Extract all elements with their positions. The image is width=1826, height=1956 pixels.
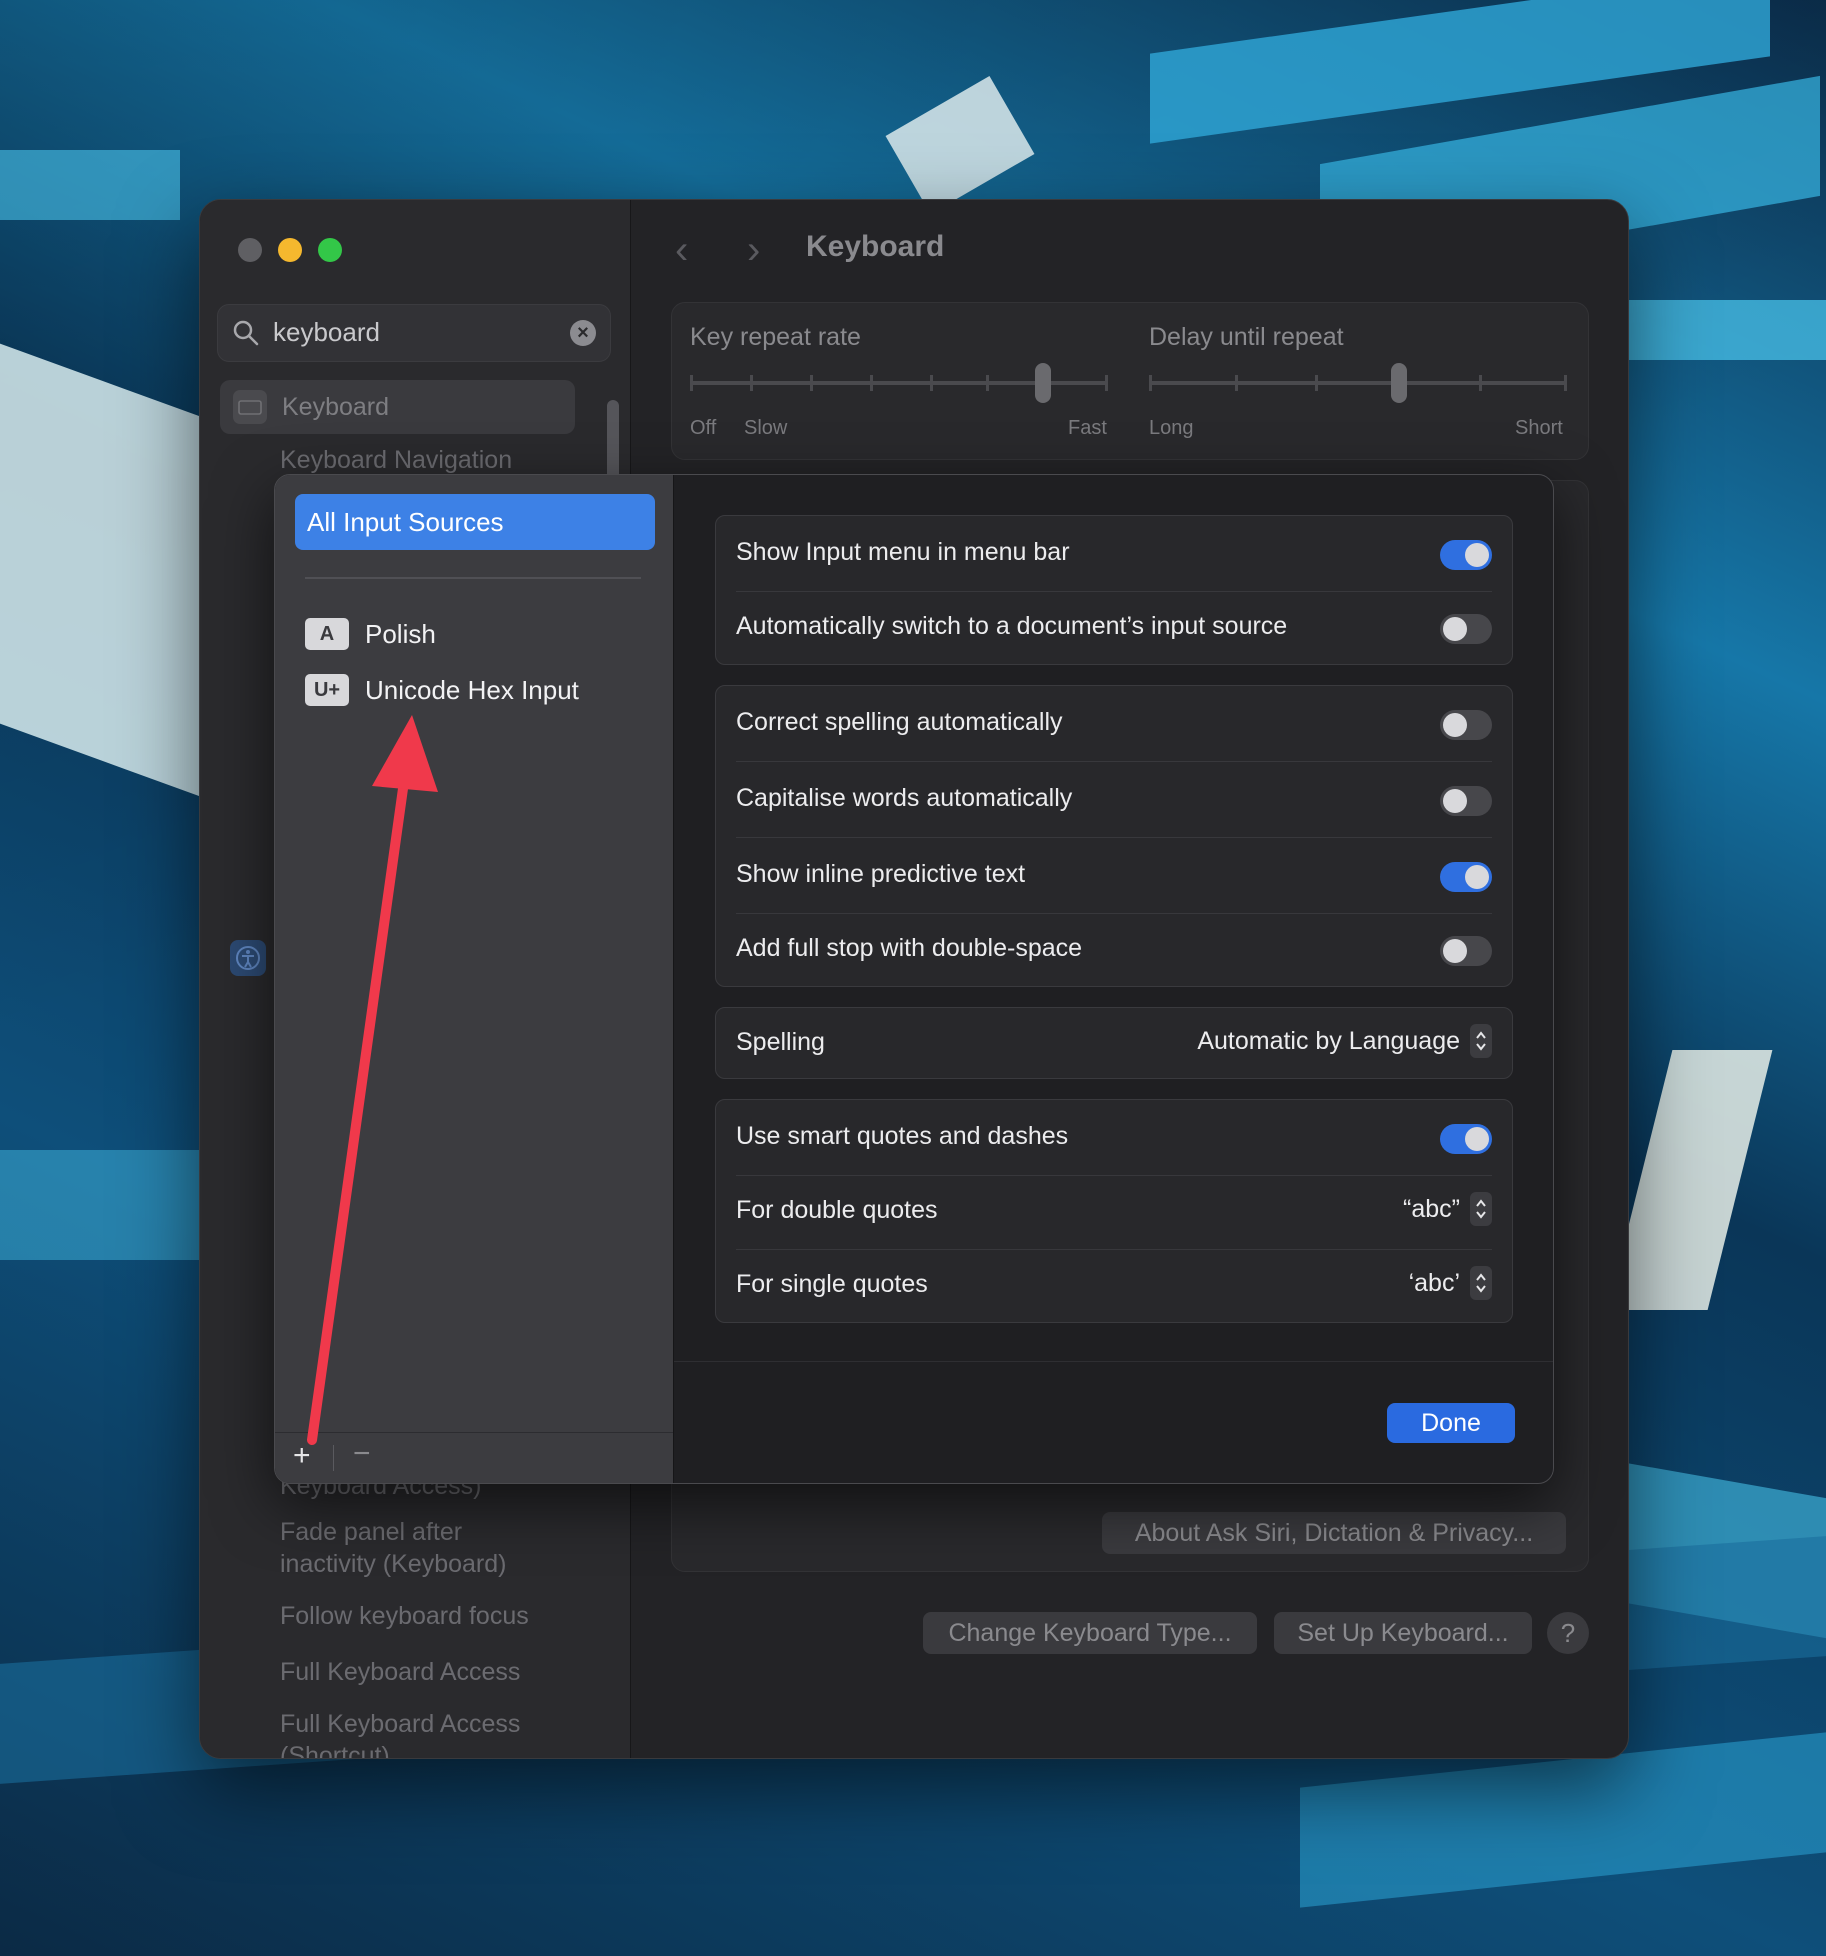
popup-value: Automatic by Language (1197, 1026, 1460, 1055)
zoom-button[interactable] (318, 238, 342, 262)
slow-label: Slow (744, 417, 788, 439)
off-label: Off (690, 417, 717, 439)
page-title: Keyboard (806, 230, 945, 263)
source-item-unicode-hex[interactable]: U+ Unicode Hex Input (305, 673, 579, 707)
polish-badge-icon: A (305, 618, 349, 650)
clear-search-icon[interactable]: × (570, 320, 596, 346)
add-source-button[interactable]: + (293, 1439, 311, 1473)
forward-icon[interactable]: › (747, 228, 760, 273)
capitalise-row: Capitalise words automatically (716, 762, 1512, 838)
toolbar-divider (333, 1445, 334, 1471)
repeat-card: Key repeat rate Off Slow Fast Delay unti… (671, 302, 1589, 460)
set-up-keyboard-button[interactable]: Set Up Keyboard... (1274, 1612, 1532, 1654)
close-button[interactable] (238, 238, 262, 262)
source-name: Unicode Hex Input (365, 674, 579, 705)
auto-switch-toggle[interactable] (1440, 614, 1492, 644)
slider-thumb[interactable] (1391, 363, 1407, 403)
single-quotes-row: For single quotes ‘abc’ (716, 1248, 1512, 1324)
smart-quotes-toggle[interactable] (1440, 1124, 1492, 1154)
sidebar-item-full-keyboard-access-shortcut[interactable]: Full Keyboard Access (280, 1710, 520, 1739)
sidebar-scrollbar[interactable] (607, 400, 619, 480)
list-toolbar: + − (275, 1432, 673, 1483)
long-label: Long (1149, 417, 1194, 439)
show-input-menu-toggle[interactable] (1440, 540, 1492, 570)
smart-quotes-group: Use smart quotes and dashes For double q… (715, 1099, 1513, 1323)
keyboard-icon (233, 390, 267, 424)
help-button[interactable]: ? (1547, 1612, 1589, 1654)
correct-spelling-row: Correct spelling automatically (716, 686, 1512, 762)
row-label: Show Input menu in menu bar (736, 538, 1070, 566)
done-button[interactable]: Done (1387, 1403, 1515, 1443)
delay-slider[interactable] (1149, 363, 1567, 403)
spelling-group: Spelling Automatic by Language (715, 1007, 1513, 1079)
traffic-lights (238, 238, 342, 262)
row-label: For single quotes (736, 1270, 928, 1298)
footer-divider (674, 1361, 1553, 1362)
typing-options-group: Correct spelling automatically Capitalis… (715, 685, 1513, 987)
stepper-chevrons-icon (1470, 1266, 1492, 1300)
search-icon (233, 320, 259, 346)
fast-label: Fast (1068, 417, 1107, 439)
row-label: Use smart quotes and dashes (736, 1122, 1069, 1150)
search-input[interactable]: keyboard (273, 317, 380, 348)
stepper-chevrons-icon (1470, 1192, 1492, 1226)
double-quotes-popup[interactable]: “abc” (1403, 1192, 1492, 1226)
search-field[interactable]: keyboard × (217, 304, 611, 362)
key-repeat-slider[interactable] (690, 363, 1108, 403)
sidebar-item-fade-panel[interactable]: Fade panel after (280, 1518, 462, 1547)
show-input-menu-row: Show Input menu in menu bar (716, 516, 1512, 592)
predictive-text-row: Show inline predictive text (716, 838, 1512, 914)
stepper-chevrons-icon (1470, 1024, 1492, 1058)
row-label: Automatically switch to a document’s inp… (736, 612, 1288, 640)
full-stop-row: Add full stop with double-space (716, 912, 1512, 988)
sidebar-item-keyboard[interactable]: Keyboard (220, 380, 575, 434)
single-quotes-popup[interactable]: ‘abc’ (1409, 1266, 1492, 1300)
row-label: Show inline predictive text (736, 860, 1026, 888)
short-label: Short (1515, 417, 1563, 439)
back-icon[interactable]: ‹ (675, 228, 688, 273)
sidebar-item-keyboard-navigation[interactable]: Keyboard Navigation (280, 446, 512, 475)
popup-value: ‘abc’ (1408, 1268, 1460, 1297)
all-input-sources-item[interactable]: All Input Sources (295, 494, 655, 550)
double-quotes-row: For double quotes “abc” (716, 1174, 1512, 1250)
delay-label: Delay until repeat (1149, 323, 1344, 351)
divider (305, 577, 641, 579)
minimize-button[interactable] (278, 238, 302, 262)
full-stop-toggle[interactable] (1440, 936, 1492, 966)
popup-value: “abc” (1403, 1194, 1460, 1223)
remove-source-button[interactable]: − (353, 1437, 371, 1471)
accessibility-icon (230, 940, 266, 976)
change-keyboard-type-button[interactable]: Change Keyboard Type... (923, 1612, 1257, 1654)
input-menu-group: Show Input menu in menu bar Automaticall… (715, 515, 1513, 665)
key-repeat-label: Key repeat rate (690, 323, 861, 351)
sidebar-item-label: Keyboard (282, 393, 390, 421)
spelling-popup[interactable]: Automatic by Language (1197, 1024, 1492, 1058)
input-sources-sheet: All Input Sources A Polish U+ Unicode He… (274, 474, 1554, 1484)
unicode-badge-icon: U+ (305, 674, 349, 706)
row-label: Spelling (736, 1028, 825, 1056)
input-sources-list: All Input Sources A Polish U+ Unicode He… (275, 475, 674, 1483)
sidebar-item-follow-focus[interactable]: Follow keyboard focus (280, 1602, 529, 1631)
row-label: Capitalise words automatically (736, 784, 1073, 812)
capitalise-toggle[interactable] (1440, 786, 1492, 816)
row-label: Add full stop with double-space (736, 934, 1083, 962)
smart-quotes-row: Use smart quotes and dashes (716, 1100, 1512, 1176)
auto-switch-row: Automatically switch to a document’s inp… (716, 590, 1512, 666)
slider-thumb[interactable] (1035, 363, 1051, 403)
sidebar-item-full-keyboard-access[interactable]: Full Keyboard Access (280, 1658, 520, 1687)
sidebar-item-fade-panel-line2: inactivity (Keyboard) (280, 1550, 507, 1578)
source-item-polish[interactable]: A Polish (305, 617, 436, 651)
about-siri-button[interactable]: About Ask Siri, Dictation & Privacy... (1102, 1512, 1566, 1554)
spelling-row: Spelling Automatic by Language (716, 1008, 1512, 1078)
sidebar-item-shortcut-line2: (Shortcut) (280, 1742, 390, 1759)
row-label: Correct spelling automatically (736, 708, 1063, 736)
row-label: For double quotes (736, 1196, 938, 1224)
predictive-text-toggle[interactable] (1440, 862, 1492, 892)
correct-spelling-toggle[interactable] (1440, 710, 1492, 740)
source-name: Polish (365, 618, 436, 649)
